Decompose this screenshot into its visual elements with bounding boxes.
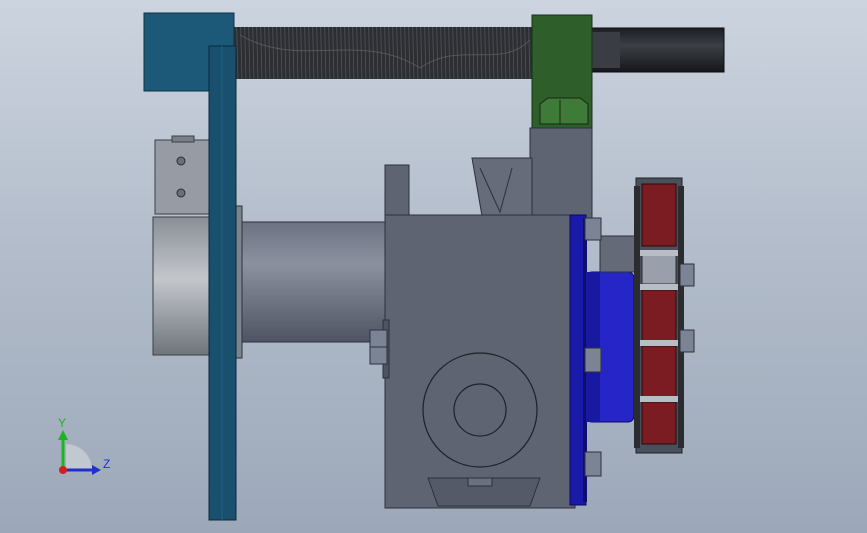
- cylinder[interactable]: [239, 221, 393, 343]
- sprocket-bolt-1[interactable]: [679, 263, 695, 287]
- assembly-model[interactable]: Y Z: [0, 0, 867, 533]
- y-axis-label: Y: [58, 416, 66, 430]
- y-axis-arrow: [58, 430, 68, 440]
- clamp-bolt-hole-2: [176, 188, 186, 198]
- sprocket-bolt-2[interactable]: [679, 329, 695, 353]
- flange-bolt-2[interactable]: [584, 347, 602, 373]
- x-axis-dot: [59, 466, 67, 474]
- riser-wedge: [471, 157, 533, 217]
- chain-links: [638, 183, 680, 445]
- z-axis-arrow: [92, 465, 101, 475]
- clamp-bolt-hole-1: [176, 156, 186, 166]
- z-axis-label: Z: [103, 457, 110, 471]
- clamp-band[interactable]: [152, 216, 214, 356]
- clamp-top-tab: [171, 135, 195, 143]
- sprocket-side-plate-right: [678, 186, 684, 448]
- clamp-bracket[interactable]: [154, 139, 212, 215]
- nut[interactable]: [539, 97, 589, 125]
- sprocket-side-plate-left: [634, 186, 640, 448]
- cad-viewport[interactable]: Y Z: [0, 0, 867, 533]
- shaft-end-collar: [590, 32, 620, 68]
- gearbox-top[interactable]: [384, 164, 410, 218]
- coordinate-triad: Y Z: [58, 416, 110, 475]
- flange-bolt-1[interactable]: [584, 217, 602, 241]
- flange-bolt-3[interactable]: [584, 451, 602, 477]
- housing-boss-inner: [453, 383, 507, 437]
- gearbox-bottom-slot: [467, 477, 493, 487]
- motor-body-shade: [586, 272, 600, 422]
- triad-arc: [66, 444, 92, 470]
